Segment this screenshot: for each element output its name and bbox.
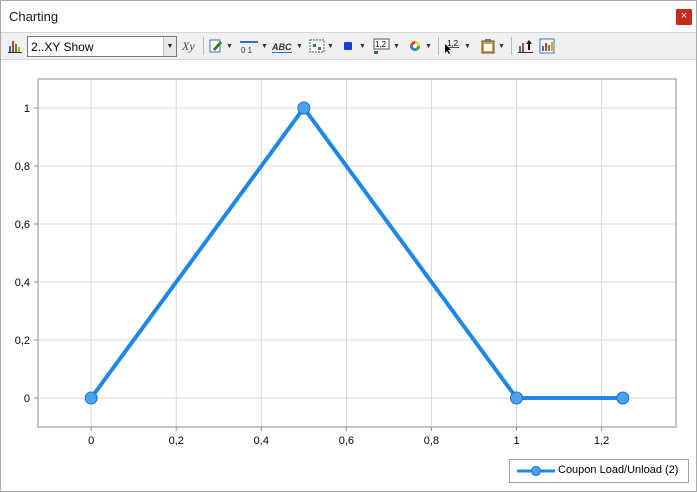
clipboard-button[interactable]: ▼ bbox=[480, 37, 505, 55]
bar-chart-icon bbox=[8, 41, 22, 53]
line-chart: 0 0,2 0,4 0,6 0,8 1 1,2 0 0,2 0,4 0,6 0,8 1 bbox=[15, 78, 677, 447]
chevron-down-icon[interactable]: ▼ bbox=[327, 43, 334, 50]
axis-xy-button[interactable]: Xy bbox=[181, 37, 199, 55]
axis-scale-icon: 0 1 bbox=[240, 41, 258, 54]
toolbar-separator bbox=[438, 37, 439, 55]
chart-area: 0 0,2 0,4 0,6 0,8 1 1,2 0 0,2 0,4 0,6 0,8 1 Coupon L… bbox=[1, 59, 696, 491]
marker-color-button[interactable]: ▼ bbox=[341, 37, 366, 55]
series-line bbox=[89, 104, 623, 400]
text-label-icon: ABC bbox=[272, 42, 292, 53]
svg-text:Xy: Xy bbox=[181, 39, 195, 53]
legend-series-label: Coupon Load/Unload (2) bbox=[558, 464, 679, 476]
window-title: Charting bbox=[9, 9, 59, 24]
title-bar: Charting × bbox=[1, 1, 696, 32]
chevron-down-icon[interactable]: ▼ bbox=[359, 43, 366, 50]
y-tick-label: 0,4 bbox=[15, 277, 30, 289]
svg-text:ABC: ABC bbox=[272, 42, 292, 52]
chevron-down-icon[interactable]: ▼ bbox=[393, 43, 400, 50]
x-tick-label: 1 bbox=[513, 435, 519, 447]
edit-pen-icon bbox=[209, 39, 222, 53]
edit-series-button[interactable]: ▼ bbox=[208, 37, 233, 55]
data-point bbox=[84, 391, 98, 405]
x-tick-label: 0 bbox=[88, 435, 94, 447]
chevron-down-icon[interactable]: ▼ bbox=[163, 37, 176, 56]
x-tick-label: 1,2 bbox=[594, 435, 609, 447]
y-tick-label: 0,8 bbox=[15, 161, 30, 173]
x-tick-label: 0,4 bbox=[254, 435, 269, 447]
plot-frame bbox=[37, 78, 677, 428]
axis-xy-icon: Xy bbox=[181, 39, 195, 53]
data-point bbox=[616, 391, 630, 405]
x-tick-label: 0,2 bbox=[169, 435, 184, 447]
svg-text:1,2: 1,2 bbox=[375, 40, 387, 49]
data-point bbox=[510, 391, 523, 405]
y-tick-label: 1 bbox=[24, 103, 30, 115]
chart-properties-button[interactable] bbox=[539, 37, 555, 55]
color-palette-icon bbox=[410, 41, 420, 51]
close-button[interactable]: × bbox=[676, 9, 692, 25]
chevron-down-icon[interactable]: ▼ bbox=[498, 43, 505, 50]
data-point bbox=[297, 101, 311, 115]
marker-style-button[interactable]: ▼ bbox=[309, 37, 334, 55]
series-select-value: 2..XY Show bbox=[31, 40, 94, 54]
data-label-button[interactable]: 1,2 ▼ bbox=[373, 37, 400, 55]
color-palette-button[interactable]: ▼ bbox=[407, 37, 432, 55]
axis-scale-button[interactable]: 0 1 ▼ bbox=[239, 37, 268, 55]
y-tick-label: 0 bbox=[24, 393, 30, 405]
chevron-down-icon[interactable]: ▼ bbox=[425, 43, 432, 50]
svg-text:0 1: 0 1 bbox=[241, 46, 253, 54]
cursor-value-icon: 1,2 bbox=[445, 39, 459, 54]
chart-type-button[interactable] bbox=[7, 37, 23, 55]
toolbar-separator bbox=[203, 37, 204, 55]
data-label-icon: 1,2 bbox=[373, 38, 390, 54]
marker-style-icon bbox=[309, 39, 325, 53]
toolbar-separator bbox=[511, 37, 512, 55]
export-chart-icon bbox=[518, 40, 533, 53]
clipboard-icon bbox=[481, 39, 495, 54]
cursor-value-button[interactable]: 1,2 ▼ bbox=[444, 37, 471, 55]
chevron-down-icon[interactable]: ▼ bbox=[226, 43, 233, 50]
x-tick-label: 0,8 bbox=[424, 435, 439, 447]
text-label-button[interactable]: ABC ▼ bbox=[272, 37, 303, 55]
y-tick-label: 0,6 bbox=[15, 219, 30, 231]
y-tick-label: 0,2 bbox=[15, 335, 30, 347]
chart-toolbar: 2..XY Show ▼ Xy ▼ 0 1 ▼ ABC ▼ ▼ ▼ 1,2 ▼ … bbox=[1, 32, 696, 60]
x-tick-label: 0,6 bbox=[339, 435, 354, 447]
chevron-down-icon[interactable]: ▼ bbox=[464, 43, 471, 50]
charting-window: Charting × 2..XY Show ▼ Xy ▼ 0 1 ▼ ABC ▼… bbox=[0, 0, 697, 492]
chart-legend[interactable]: Coupon Load/Unload (2) bbox=[509, 459, 689, 483]
chevron-down-icon[interactable]: ▼ bbox=[261, 43, 268, 50]
export-chart-button[interactable] bbox=[517, 37, 535, 55]
marker-color-icon bbox=[344, 42, 352, 50]
legend-series-swatch bbox=[517, 466, 555, 476]
series-select[interactable]: 2..XY Show ▼ bbox=[27, 36, 177, 57]
chart-properties-icon bbox=[539, 38, 555, 54]
chevron-down-icon[interactable]: ▼ bbox=[296, 43, 303, 50]
svg-text:1,2: 1,2 bbox=[447, 39, 459, 48]
